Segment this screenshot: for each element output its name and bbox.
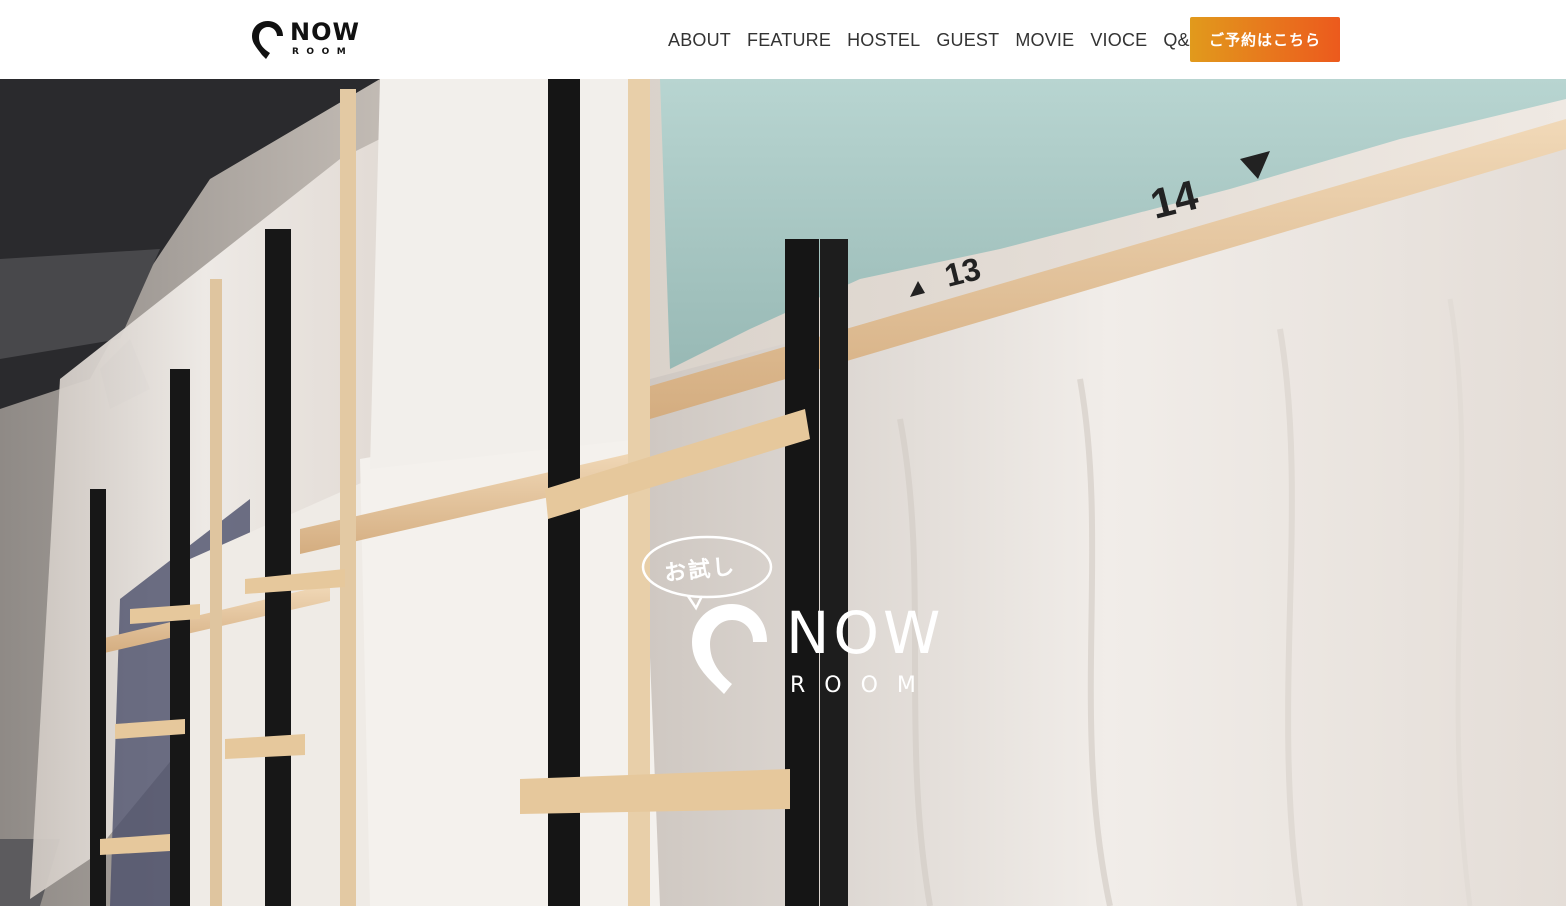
site-header: NOW ROOM ABOUT FEATURE HOSTEL GUEST MOVI… — [0, 0, 1566, 79]
reservation-button[interactable]: ご予約はこちら — [1190, 17, 1340, 62]
nav-movie[interactable]: MOVIE — [1007, 26, 1082, 54]
nowroom-logo[interactable]: NOW ROOM — [250, 18, 359, 60]
logo-word: NOW — [290, 18, 360, 46]
nowroom-pin-icon — [252, 21, 283, 59]
main-nav: ABOUT FEATURE HOSTEL GUEST MOVIE VIOCE Q… — [660, 26, 1210, 54]
hero-trial-logo: お試し NOW ROOM — [640, 534, 940, 704]
logo-sub: ROOM — [292, 47, 354, 57]
hero-logo-word: NOW — [786, 599, 945, 667]
nav-about[interactable]: ABOUT — [660, 26, 739, 54]
nav-hostel[interactable]: HOSTEL — [839, 26, 928, 54]
hero-section: 13 14 お試し NOW ROOM — [0, 79, 1566, 906]
hostel-bunk-photo: 13 14 — [0, 79, 1566, 906]
hero-logo-sub: ROOM — [790, 673, 935, 698]
nav-vioce[interactable]: VIOCE — [1082, 26, 1155, 54]
nav-feature[interactable]: FEATURE — [739, 26, 839, 54]
nav-guest[interactable]: GUEST — [928, 26, 1007, 54]
